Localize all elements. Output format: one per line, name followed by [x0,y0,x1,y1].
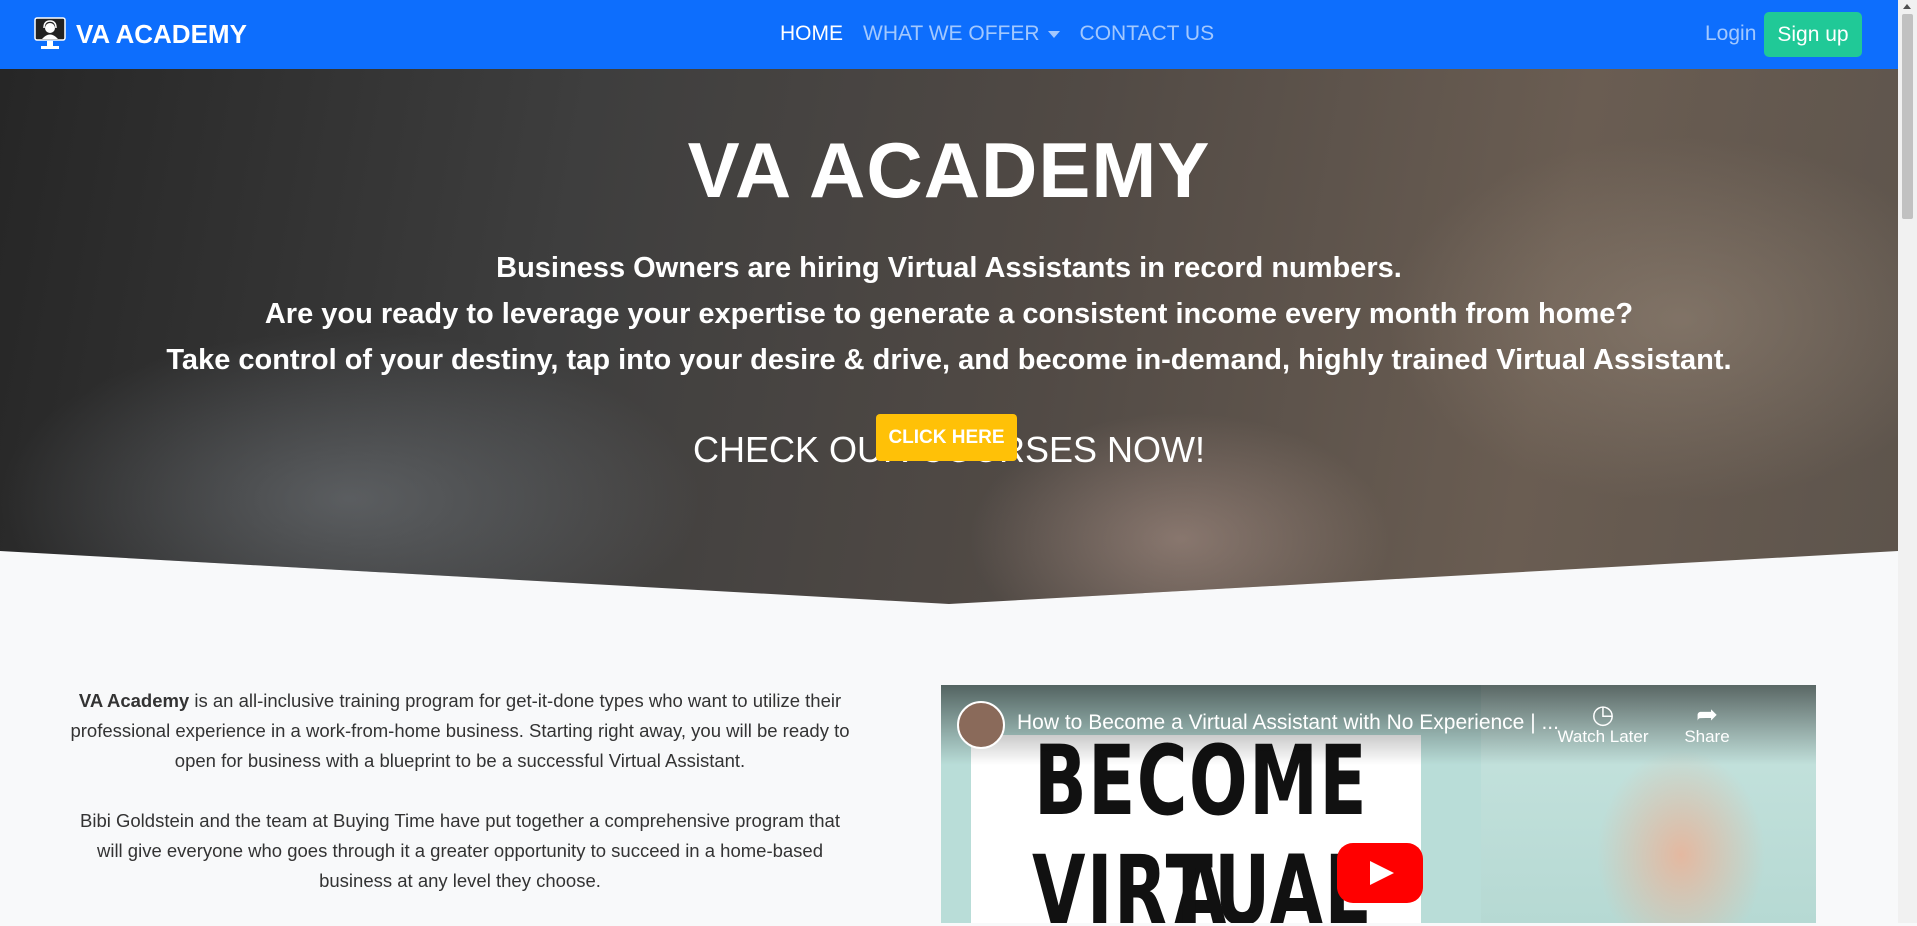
watch-later-button[interactable]: ◷ Watch Later [1553,699,1653,747]
page-scrollbar[interactable] [1898,0,1917,923]
top-navbar: VA ACADEMY HOME WHAT WE OFFER CONTACT US… [0,0,1898,69]
share-arrow-icon: ➦ [1696,699,1718,729]
youtube-video-embed[interactable]: BECOME A VIRTUAL How to Become a Virtual… [941,685,1816,923]
click-here-button[interactable]: CLICK HERE [876,414,1017,461]
scrollbar-thumb[interactable] [1902,14,1913,219]
brand-link[interactable]: VA ACADEMY [34,17,247,51]
nav-home[interactable]: HOME [780,22,843,46]
login-link[interactable]: Login [1705,22,1756,46]
hero-title: VA ACADEMY [687,126,1211,214]
hero-line-2: Are you ready to leverage your expertise… [264,298,1634,330]
video-title[interactable]: How to Become a Virtual Assistant with N… [1017,711,1559,735]
intro-paragraph-1: VA Academy is an all-inclusive training … [70,686,850,776]
clock-icon: ◷ [1591,699,1615,729]
scroll-up-icon[interactable] [1903,4,1911,9]
thumbnail-text-line-2: VIRTUAL [1031,835,1371,923]
share-label: Share [1684,727,1730,746]
watch-later-label: Watch Later [1557,727,1649,746]
channel-avatar[interactable] [957,701,1005,749]
hero-line-1: Business Owners are hiring Virtual Assis… [496,252,1402,284]
nav-contact-us[interactable]: CONTACT US [1080,22,1215,46]
hero-banner: VA ACADEMY Business Owners are hiring Vi… [0,69,1898,604]
main-nav: HOME WHAT WE OFFER CONTACT US [780,22,1214,46]
intro-paragraph-2: Bibi Goldstein and the team at Buying Ti… [80,810,840,891]
share-button[interactable]: ➦ Share [1657,699,1757,747]
intro-brand: VA Academy [78,690,190,711]
nav-what-we-offer-label: WHAT WE OFFER [863,22,1040,45]
signup-button[interactable]: Sign up [1764,12,1862,57]
chevron-down-icon [1047,30,1060,38]
brand-name: VA ACADEMY [76,18,247,49]
nav-what-we-offer[interactable]: WHAT WE OFFER [863,22,1060,46]
intro-section: VA Academy is an all-inclusive training … [70,686,850,926]
play-icon[interactable] [1337,843,1423,903]
computer-support-icon [34,17,66,49]
hero-line-3: Take control of your destiny, tap into y… [166,344,1732,376]
hero-tagline: Business Owners are hiring Virtual Assis… [0,245,1898,383]
